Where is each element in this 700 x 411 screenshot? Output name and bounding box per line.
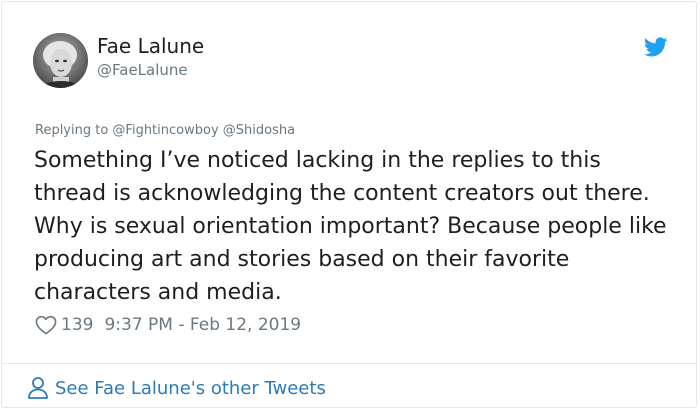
like-button[interactable]: 139 — [35, 315, 93, 335]
author-handle[interactable]: @FaeLalune — [97, 60, 188, 80]
tweet-text: Something I’ve noticed lacking in the re… — [34, 148, 667, 305]
divider — [2, 363, 696, 364]
see-other-tweets-label: See Fae Lalune's other Tweets — [55, 377, 326, 399]
avatar[interactable] — [33, 33, 88, 88]
author-name[interactable]: Fae Lalune — [97, 33, 204, 59]
avatar-portrait-image — [33, 33, 88, 88]
tweet-timestamp[interactable]: 9:37 PM - Feb 12, 2019 — [104, 315, 301, 335]
see-other-tweets-link[interactable]: See Fae Lalune's other Tweets — [27, 375, 326, 401]
tweet-meta: 139 9:37 PM - Feb 12, 2019 — [35, 313, 301, 337]
heart-icon — [35, 315, 57, 335]
replying-to-text[interactable]: Replying to @Fightincowboy @Shidosha — [35, 122, 295, 140]
person-icon — [28, 377, 48, 399]
twitter-bird-icon[interactable] — [643, 35, 669, 59]
like-count: 139 — [61, 315, 94, 335]
tweet-card: Fae Lalune @FaeLalune Replying to @Fight… — [1, 1, 697, 408]
